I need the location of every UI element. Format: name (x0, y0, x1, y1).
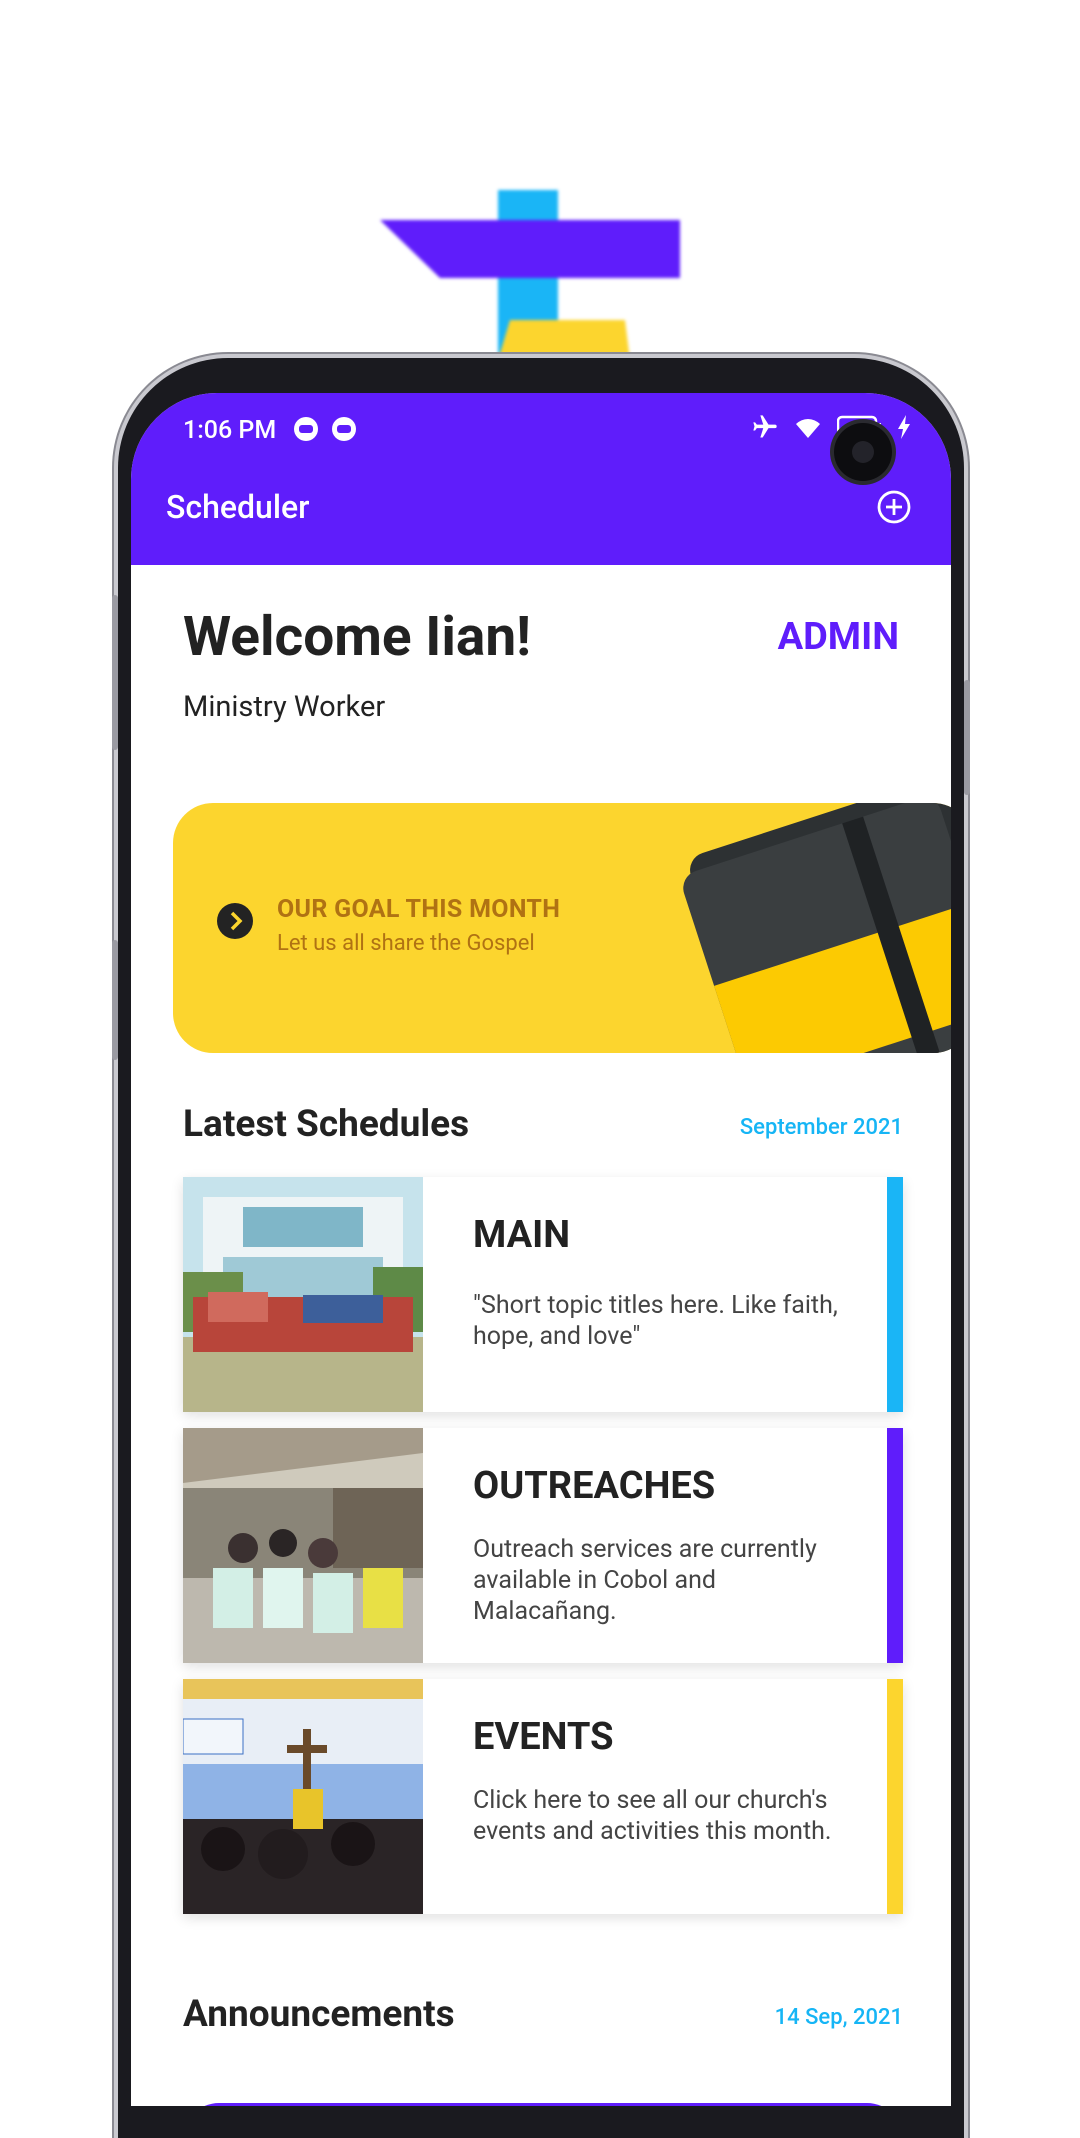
status-notification-icons (294, 417, 356, 441)
main-photo (183, 1177, 423, 1412)
card-description: "Short topic titles here. Like faith, ho… (473, 1291, 838, 1351)
status-time: 1:06 PM (183, 416, 277, 445)
notification-icon (332, 417, 356, 441)
card-title: EVENTS (473, 1715, 614, 1759)
chevron-right-icon (217, 903, 253, 939)
schedule-card-events[interactable]: EVENTS Click here to see all our church'… (183, 1679, 903, 1914)
welcome-heading: Welcome Iian! (183, 605, 532, 669)
app-logo (380, 190, 680, 360)
phone-screen: 1:06 PM Scheduler Welcome Iian! ADMIN Mi… (131, 393, 951, 2106)
card-title: OUTREACHES (473, 1464, 716, 1508)
schedule-card-main[interactable]: MAIN "Short topic titles here. Like fait… (183, 1177, 903, 1412)
user-role: Ministry Worker (183, 690, 386, 724)
card-accent-bar (887, 1428, 903, 1663)
card-description: Click here to see all our church's event… (473, 1786, 832, 1846)
phone-side-button (112, 595, 118, 750)
app-title: Scheduler (166, 488, 310, 526)
goal-subtitle: Let us all share the Gospel (277, 931, 535, 956)
latest-schedules-heading: Latest Schedules (183, 1103, 470, 1146)
wifi-icon (796, 419, 820, 438)
latest-schedules-date[interactable]: September 2021 (740, 1115, 903, 1140)
announcements-date[interactable]: 14 Sep, 2021 (775, 2005, 903, 2030)
add-circle-icon[interactable] (876, 489, 912, 525)
goal-banner[interactable]: OUR GOAL THIS MONTH Let us all share the… (173, 803, 951, 1053)
card-description: Outreach services are currently availabl… (473, 1535, 817, 1626)
announcements-heading: Announcements (183, 1993, 455, 2036)
outreaches-photo (183, 1428, 423, 1663)
phone-side-button (112, 940, 118, 1060)
card-title: MAIN (473, 1213, 571, 1257)
goal-title: OUR GOAL THIS MONTH (277, 895, 561, 924)
schedule-card-outreaches[interactable]: OUTREACHES Outreach services are current… (183, 1428, 903, 1663)
charging-icon (898, 415, 910, 439)
admin-badge[interactable]: ADMIN (778, 615, 899, 659)
events-photo (183, 1679, 423, 1914)
airplane-mode-icon (753, 415, 777, 438)
phone-side-button (964, 680, 970, 795)
card-accent-bar (887, 1679, 903, 1914)
notification-icon (294, 417, 318, 441)
front-camera (834, 423, 892, 481)
app-bar: 1:06 PM Scheduler (131, 393, 951, 565)
card-accent-bar (887, 1177, 903, 1412)
notebook-illustration (683, 803, 951, 1053)
